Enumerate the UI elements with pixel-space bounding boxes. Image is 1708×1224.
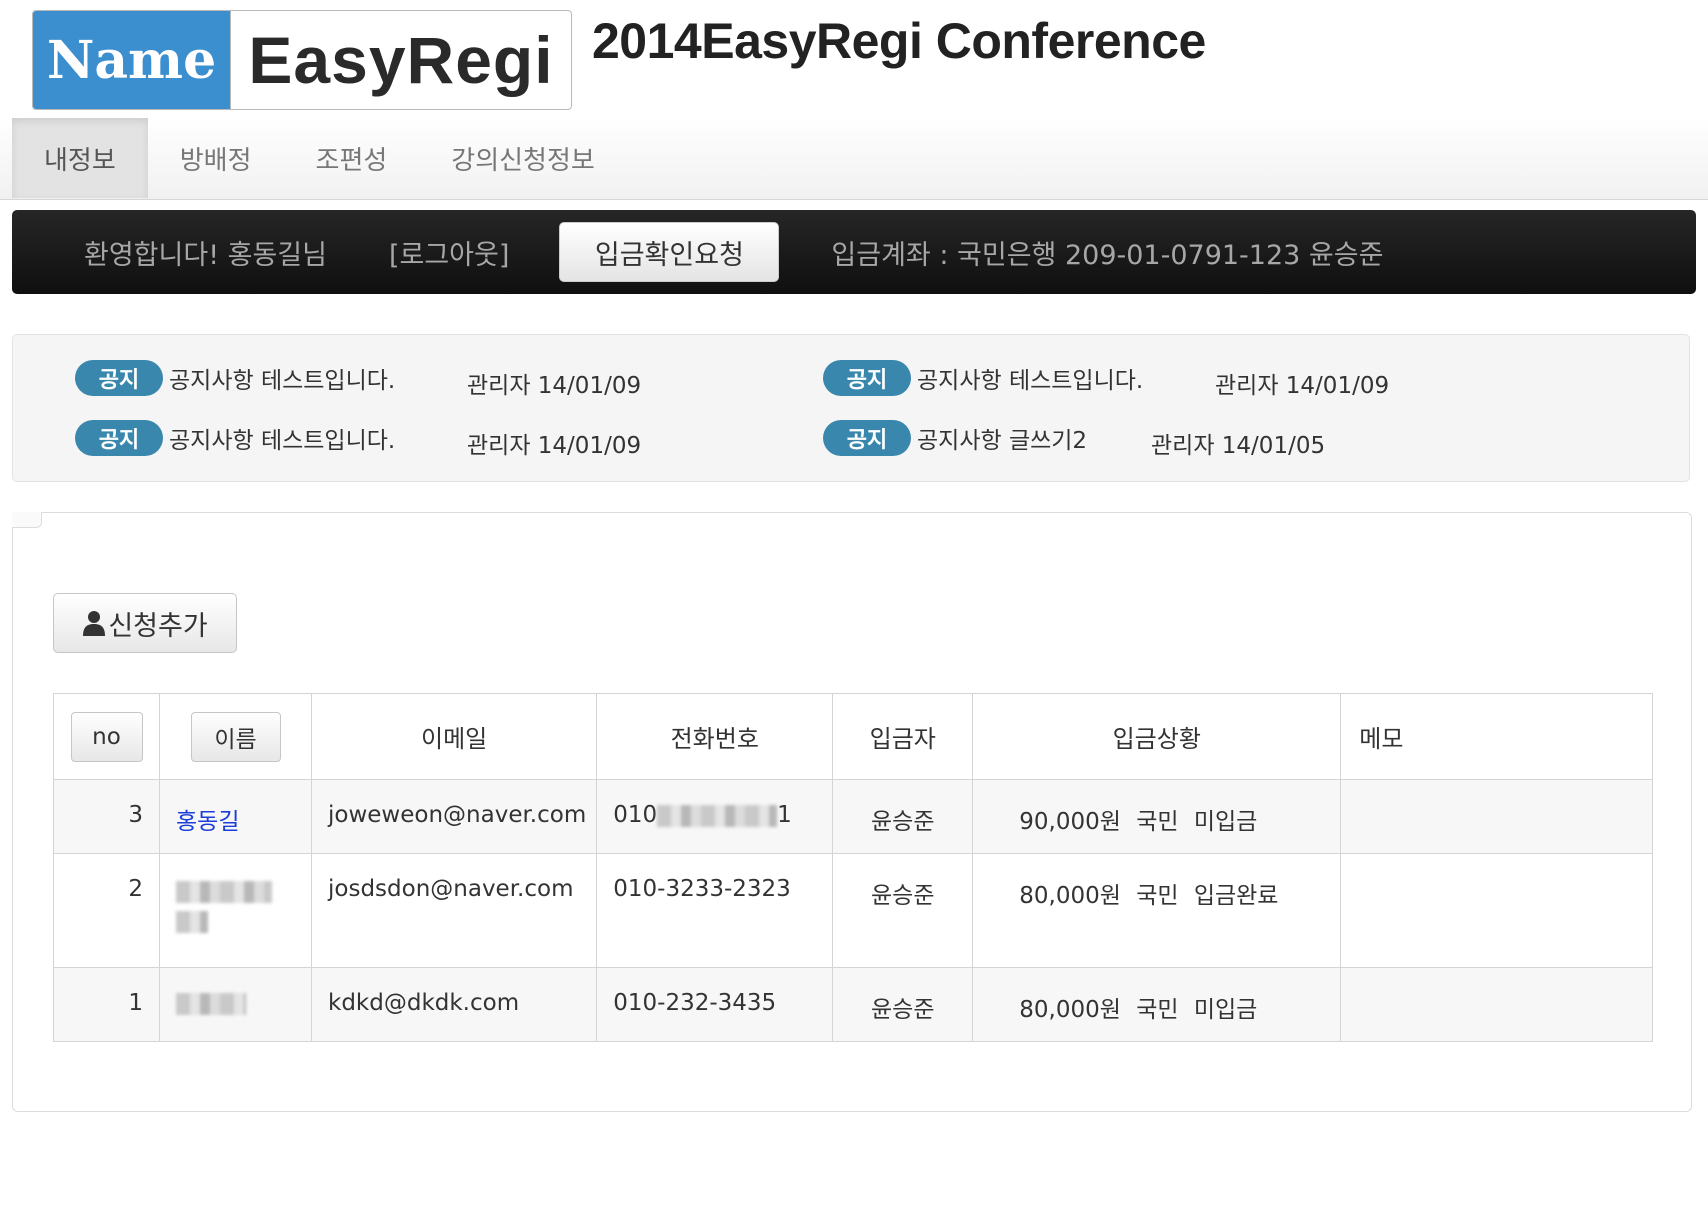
nav-tab-lecture-info[interactable]: 강의신청정보 <box>419 118 627 198</box>
welcome-text: 환영합니다! 홍동길님 <box>84 239 327 271</box>
row-no: 1 <box>53 967 160 1042</box>
notice-item[interactable]: 공지 공지사항 테스트입니다. <box>823 359 1143 397</box>
deposit-confirm-button[interactable]: 입금확인요청 <box>559 222 780 282</box>
col-phone: 전화번호 <box>596 693 834 780</box>
sort-no-button[interactable]: no <box>70 711 143 762</box>
row-memo <box>1340 779 1653 854</box>
col-name: 이름 <box>159 693 312 780</box>
page-title: 2014EasyRegi Conference <box>592 13 1206 69</box>
row-email: josdsdon@naver.com <box>310 853 598 968</box>
redacted-block <box>657 804 778 827</box>
redacted-block <box>176 992 246 1015</box>
table-row: 1 kdkd@dkdk.com 010-232-3435 윤승준 80,000원… <box>53 967 1653 1042</box>
nav-tab-my-info[interactable]: 내정보 <box>12 118 148 198</box>
col-memo: 메모 <box>1340 693 1653 780</box>
notice-meta: 관리자 14/01/09 <box>1215 373 1390 399</box>
redacted-block <box>176 910 208 933</box>
add-registration-label: 신청추가 <box>108 610 208 642</box>
notice-badge: 공지 <box>823 360 911 396</box>
nav-tab-group-assignment[interactable]: 조편성 <box>284 118 420 198</box>
row-memo <box>1340 967 1653 1042</box>
row-name <box>159 853 312 968</box>
logo-name-block: Name <box>33 11 230 109</box>
add-registration-button[interactable]: 신청추가 <box>53 593 237 653</box>
row-phone-prefix: 010 <box>613 802 658 828</box>
registration-panel: 신청추가 no 이름 이메일 전화번호 입금자 입금상황 메모 3 홍동길 jo… <box>12 512 1692 1112</box>
notice-title[interactable]: 공지사항 테스트입니다. <box>169 361 395 395</box>
notice-board: 공지 공지사항 테스트입니다. 관리자 14/01/09 공지 공지사항 테스트… <box>12 334 1690 482</box>
notice-item[interactable]: 공지 공지사항 테스트입니다. <box>75 419 395 457</box>
account-info: 입금계좌 : 국민은행 209-01-0791-123 윤승준 <box>831 239 1384 271</box>
row-no: 2 <box>53 853 160 968</box>
user-bar: 환영합니다! 홍동길님 [로그아웃] 입금확인요청 입금계좌 : 국민은행 20… <box>12 210 1696 294</box>
row-email: joweweon@naver.com <box>310 779 598 854</box>
row-name-link[interactable]: 홍동길 <box>176 809 239 835</box>
row-name <box>159 967 312 1042</box>
col-depositor: 입금자 <box>832 693 974 780</box>
table-row: 2 josdsdon@naver.com 010-3233-2323 윤승준 8… <box>53 853 1653 968</box>
table-row: 3 홍동길 joweweon@naver.com 010 1 윤승준 90,000… <box>53 779 1653 854</box>
site-logo[interactable]: Name EasyRegi <box>32 10 572 110</box>
row-phone-suffix: 1 <box>777 802 792 828</box>
row-memo <box>1340 853 1653 968</box>
row-depositor: 윤승준 <box>832 853 974 968</box>
notice-meta: 관리자 14/01/09 <box>467 433 642 459</box>
registration-table: no 이름 이메일 전화번호 입금자 입금상황 메모 3 홍동길 joweweo… <box>53 693 1653 1042</box>
col-status: 입금상황 <box>972 693 1342 780</box>
col-no: no <box>53 693 160 780</box>
row-status: 80,000원 국민 입금완료 <box>972 853 1342 968</box>
col-email: 이메일 <box>310 693 598 780</box>
notice-badge: 공지 <box>75 360 163 396</box>
table-header-row: no 이름 이메일 전화번호 입금자 입금상황 메모 <box>53 693 1653 780</box>
row-email: kdkd@dkdk.com <box>310 967 598 1042</box>
row-phone: 010-232-3435 <box>596 967 834 1042</box>
main-nav: 내정보 방배정 조편성 강의신청정보 <box>0 118 1708 200</box>
notice-meta: 관리자 14/01/09 <box>467 373 642 399</box>
notice-title[interactable]: 공지사항 테스트입니다. <box>169 421 395 455</box>
row-status: 80,000원 국민 미입금 <box>972 967 1342 1042</box>
notice-title[interactable]: 공지사항 테스트입니다. <box>917 361 1143 395</box>
row-depositor: 윤승준 <box>832 967 974 1042</box>
panel-tab-handle <box>12 512 42 528</box>
row-depositor: 윤승준 <box>832 779 974 854</box>
row-phone: 010 1 <box>596 779 834 854</box>
notice-item[interactable]: 공지 공지사항 테스트입니다. <box>75 359 395 397</box>
row-name: 홍동길 <box>159 779 312 854</box>
row-phone: 010-3233-2323 <box>596 853 834 968</box>
user-icon <box>83 611 106 636</box>
logout-link[interactable]: [로그아웃] <box>389 233 509 272</box>
notice-badge: 공지 <box>75 420 163 456</box>
notice-meta: 관리자 14/01/05 <box>1151 433 1326 459</box>
redacted-block <box>176 880 272 903</box>
notice-title[interactable]: 공지사항 글쓰기2 <box>917 421 1087 455</box>
row-no: 3 <box>53 779 160 854</box>
row-status: 90,000원 국민 미입금 <box>972 779 1342 854</box>
notice-item[interactable]: 공지 공지사항 글쓰기2 <box>823 419 1087 457</box>
logo-brand-text: EasyRegi <box>230 11 571 109</box>
sort-name-button[interactable]: 이름 <box>190 711 281 762</box>
notice-badge: 공지 <box>823 420 911 456</box>
nav-tab-room-assignment[interactable]: 방배정 <box>148 118 284 198</box>
